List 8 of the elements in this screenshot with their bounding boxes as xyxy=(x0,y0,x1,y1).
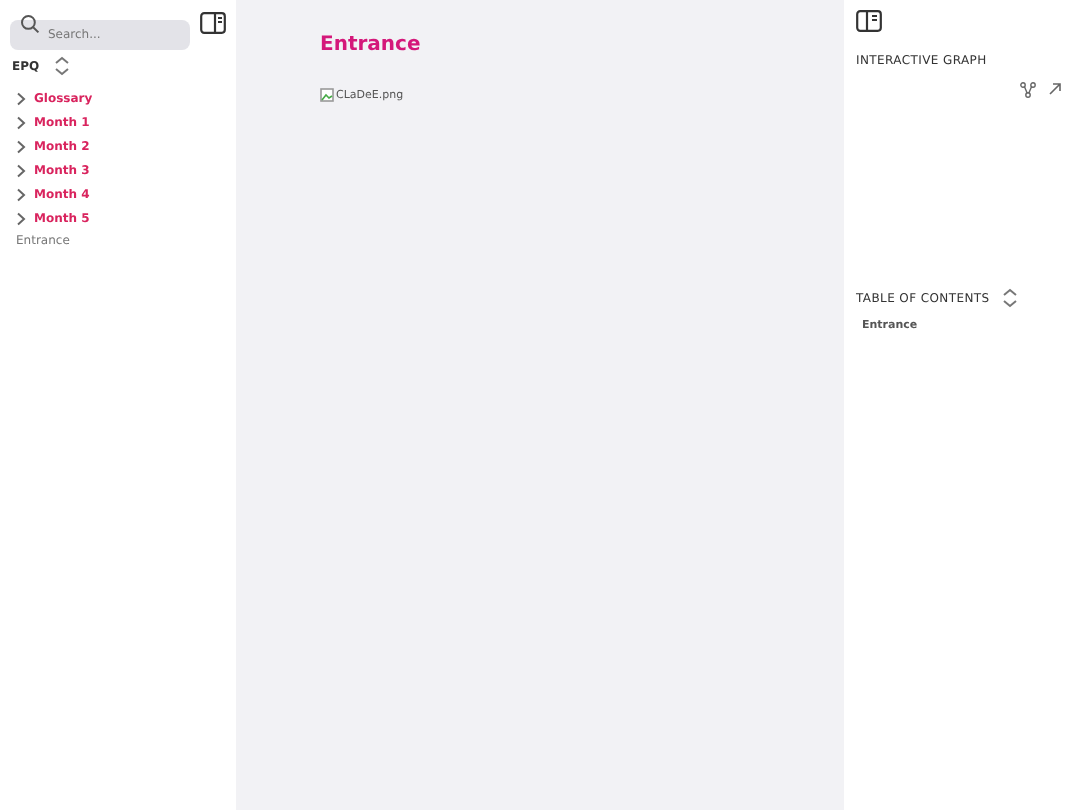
sidebar-toggle-icon[interactable] xyxy=(856,10,882,32)
sort-icon[interactable] xyxy=(1001,288,1018,308)
expand-arrow-icon[interactable] xyxy=(1048,82,1062,96)
broken-image-icon xyxy=(320,88,334,102)
page-title: Entrance xyxy=(320,34,423,56)
sidebar-toggle-icon[interactable] xyxy=(200,12,226,34)
graph-icon[interactable] xyxy=(1020,82,1036,98)
sort-icon[interactable] xyxy=(53,56,70,76)
